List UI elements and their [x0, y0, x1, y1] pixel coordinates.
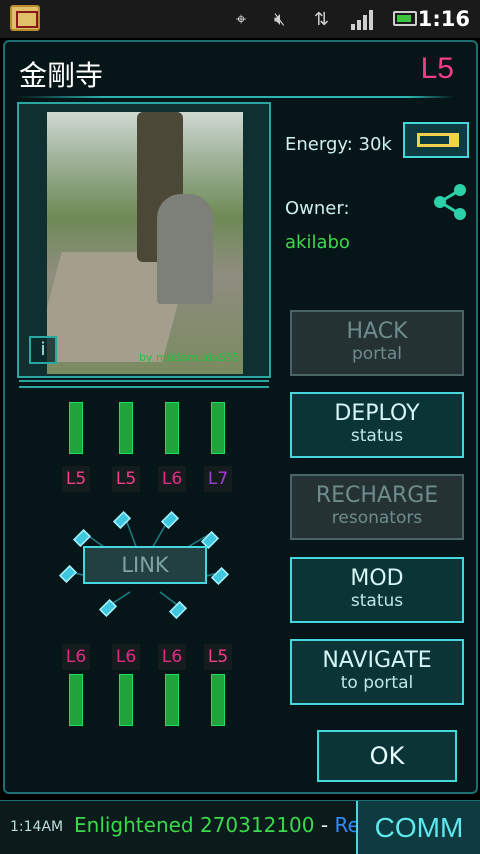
resonator-level: L6	[158, 466, 186, 492]
mod-button-sublabel: status	[350, 591, 404, 611]
clock: 1:16	[417, 7, 470, 31]
resonator-bar	[165, 674, 179, 726]
resonator-bar	[69, 402, 83, 454]
resonator-bar	[119, 674, 133, 726]
battery-icon	[393, 11, 417, 26]
resonator-level: L7	[204, 466, 232, 492]
chat-separator: -	[314, 813, 335, 837]
resonator-level: L6	[62, 644, 90, 670]
navigate-button-sublabel: to portal	[340, 673, 414, 693]
owner-name[interactable]: akilabo	[285, 232, 350, 253]
portal-level: L5	[420, 52, 454, 85]
energy-readout: Energy: 30k	[285, 134, 392, 155]
chat-faction: Enlightened	[74, 813, 194, 837]
divider	[17, 96, 454, 98]
comm-button[interactable]: COMM	[356, 801, 480, 854]
mod-button[interactable]: MOD status	[290, 557, 464, 623]
divider	[19, 380, 269, 382]
energy-value: 30k	[358, 134, 392, 155]
chat-time: 1:14AM	[10, 819, 64, 835]
share-icon[interactable]	[430, 182, 470, 222]
resonator-bar	[119, 402, 133, 454]
key-icon	[417, 133, 459, 147]
deploy-button[interactable]: DEPLOY status	[290, 392, 464, 458]
portal-panel: 金剛寺 L5 by mudamudaS55 i Energy: 30k Owne…	[3, 40, 478, 794]
recharge-button-sublabel: resonators	[331, 508, 423, 528]
energy-label: Energy:	[285, 134, 353, 155]
portal-photo-frame: by mudamudaS55 i	[17, 102, 271, 378]
portal-title: 金剛寺	[19, 59, 104, 92]
recharge-button[interactable]: RECHARGE resonators	[290, 474, 464, 540]
mail-icon[interactable]	[10, 5, 40, 31]
link-button[interactable]: LINK	[83, 546, 207, 584]
hack-button-sublabel: portal	[352, 344, 402, 364]
chat-message[interactable]: Enlightened 270312100 - Res	[74, 813, 364, 837]
chat-score: 270312100	[199, 813, 315, 837]
ok-button[interactable]: OK	[317, 730, 457, 782]
key-button[interactable]	[403, 122, 469, 158]
resonator-level: L6	[112, 644, 140, 670]
info-icon[interactable]: i	[29, 336, 57, 364]
resonator-level: L5	[112, 466, 140, 492]
data-arrows-icon: ⇅	[314, 9, 330, 30]
resonator-bar	[211, 674, 225, 726]
resonator-bar	[211, 402, 225, 454]
mute-icon: 🔇︎	[274, 9, 286, 30]
photo-caption: by mudamudaS55	[139, 351, 240, 364]
resonator-bar	[69, 674, 83, 726]
navigate-button-label: NAVIGATE	[322, 648, 432, 673]
divider	[19, 386, 269, 388]
comm-bar[interactable]: 1:14AM Enlightened 270312100 - Res COMM	[0, 800, 480, 854]
deploy-button-sublabel: status	[350, 426, 404, 446]
signal-icon	[351, 10, 373, 30]
resonator-bar	[165, 402, 179, 454]
status-bar: ⌖ 🔇︎ ⇅ 1:16	[0, 0, 480, 38]
recharge-button-label: RECHARGE	[315, 483, 439, 508]
portal-photo[interactable]: by mudamudaS55	[47, 112, 243, 374]
mod-button-label: MOD	[350, 566, 404, 591]
navigate-button[interactable]: NAVIGATE to portal	[290, 639, 464, 705]
gps-icon: ⌖	[236, 9, 247, 30]
resonator-level: L6	[158, 644, 186, 670]
resonator-level: L5	[204, 644, 232, 670]
resonator-level: L5	[62, 466, 90, 492]
hack-button-label: HACK	[346, 319, 408, 344]
deploy-button-label: DEPLOY	[334, 401, 420, 426]
hack-button[interactable]: HACK portal	[290, 310, 464, 376]
owner-label: Owner:	[285, 198, 350, 219]
